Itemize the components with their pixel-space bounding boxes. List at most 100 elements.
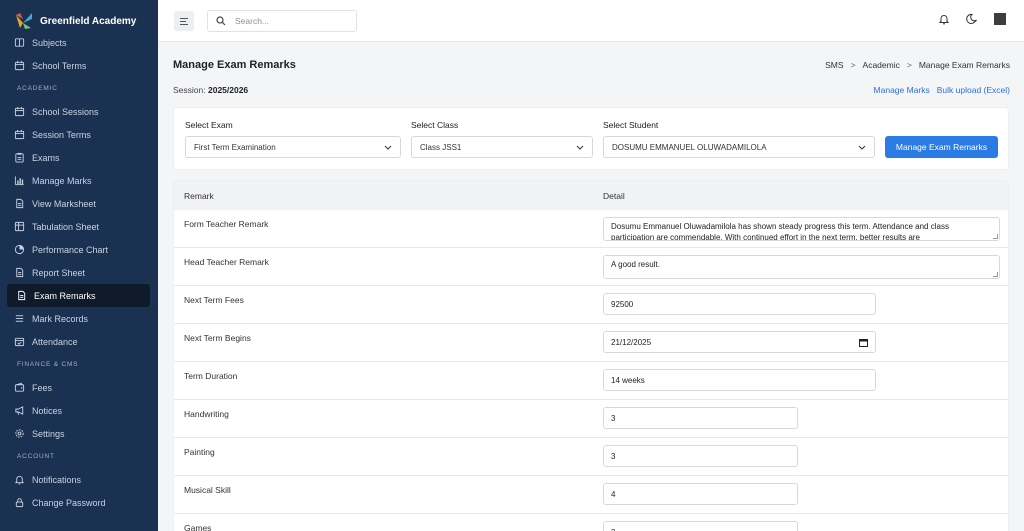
logo-icon — [16, 13, 32, 29]
column-header-detail: Detail — [603, 190, 625, 201]
search-icon — [216, 16, 226, 26]
sidebar-item-exams[interactable]: Exams — [0, 146, 151, 169]
document-icon — [18, 290, 26, 301]
sidebar-item-school-sessions[interactable]: School Sessions — [0, 100, 151, 123]
table-row: Musical Skill 4 — [174, 476, 1008, 514]
calendar-icon — [14, 106, 25, 117]
sidebar: Greenfield Academy Subjects School Terms… — [0, 0, 158, 531]
bell-icon[interactable] — [938, 13, 950, 25]
class-filter: Select Class Class JSS1 — [411, 120, 593, 158]
row-label: Painting — [184, 447, 215, 457]
musical-skill-input[interactable]: 4 — [603, 483, 798, 505]
sidebar-item-label: Manage Marks — [32, 175, 92, 186]
exam-select[interactable]: First Term Examination — [185, 136, 401, 158]
games-input[interactable]: 3 — [603, 521, 798, 531]
row-label: Term Duration — [184, 371, 238, 381]
sidebar-item-subjects[interactable]: Subjects — [0, 31, 151, 54]
exam-filter: Select Exam First Term Examination — [185, 120, 401, 158]
calendar-icon[interactable] — [859, 338, 868, 347]
date-value: 21/12/2025 — [611, 337, 652, 347]
sidebar-item-performance-chart[interactable]: Performance Chart — [0, 238, 151, 261]
class-select-label: Select Class — [411, 120, 459, 130]
row-label: Musical Skill — [184, 485, 231, 495]
resize-handle[interactable] — [993, 234, 998, 239]
calendar-icon — [14, 129, 25, 140]
row-label: Form Teacher Remark — [184, 219, 269, 229]
gear-icon — [15, 429, 24, 438]
painting-input[interactable]: 3 — [603, 445, 798, 467]
session-label: Session: — [173, 85, 206, 95]
sidebar-item-manage-marks[interactable]: Manage Marks — [0, 169, 151, 192]
wallet-icon — [14, 382, 25, 392]
remarks-table: Remark Detail Form Teacher Remark Dosumu… — [173, 180, 1009, 531]
student-select-value: DOSUMU EMMANUEL OLUWADAMILOLA — [612, 142, 767, 152]
breadcrumb-item[interactable]: Academic — [863, 60, 900, 70]
sidebar-item-label: Report Sheet — [32, 267, 86, 278]
topbar — [158, 0, 1024, 42]
sidebar-item-view-marksheet[interactable]: View Marksheet — [0, 192, 151, 215]
form-teacher-remark-textarea[interactable]: Dosumu Emmanuel Oluwadamilola has shown … — [603, 217, 1000, 241]
sidebar-item-label: Fees — [32, 382, 53, 393]
sidebar-item-label: View Marksheet — [32, 198, 96, 209]
row-label: Games — [184, 523, 212, 531]
section-label-account: ACCOUNT — [17, 453, 55, 460]
handwriting-input[interactable]: 3 — [603, 407, 798, 429]
sidebar-item-mark-records[interactable]: Mark Records — [0, 307, 151, 330]
search-input[interactable] — [235, 16, 345, 26]
sidebar-item-change-password[interactable]: Change Password — [0, 491, 151, 514]
table-header: Remark Detail — [174, 181, 1008, 210]
document-icon — [16, 198, 24, 209]
manage-marks-link[interactable]: Manage Marks — [874, 85, 930, 95]
user-avatar[interactable] — [994, 13, 1006, 25]
bulk-upload-link[interactable]: Bulk upload (Excel) — [937, 85, 1010, 95]
table-row: Term Duration 14 weeks — [174, 362, 1008, 400]
breadcrumb-item-current: Manage Exam Remarks — [918, 60, 1010, 70]
section-label-finance: FINANCE & CMS — [17, 361, 79, 368]
sidebar-item-school-terms[interactable]: School Terms — [0, 54, 151, 77]
class-select[interactable]: Class JSS1 — [411, 136, 593, 158]
sidebar-item-exam-remarks[interactable]: Exam Remarks — [7, 284, 150, 307]
term-duration-input[interactable]: 14 weeks — [603, 369, 876, 391]
menu-icon — [180, 17, 188, 25]
sidebar-item-label: Session Terms — [32, 129, 91, 140]
table-row: Next Term Fees 92500 — [174, 286, 1008, 324]
exam-select-label: Select Exam — [185, 120, 233, 130]
breadcrumb-item[interactable]: SMS — [825, 60, 843, 70]
column-header-remark: Remark — [184, 190, 214, 201]
manage-exam-remarks-button[interactable]: Manage Exam Remarks — [885, 136, 998, 158]
chart-pie-icon — [14, 244, 25, 255]
sidebar-item-report-sheet[interactable]: Report Sheet — [0, 261, 151, 284]
sidebar-item-label: Performance Chart — [32, 244, 109, 255]
filter-card: Select Exam First Term Examination Selec… — [173, 107, 1009, 170]
moon-icon[interactable] — [966, 13, 978, 25]
sidebar-item-attendance[interactable]: Attendance — [0, 330, 151, 353]
calendar-icon — [14, 60, 25, 71]
book-icon — [14, 38, 25, 47]
sidebar-item-session-terms[interactable]: Session Terms — [0, 123, 151, 146]
chevron-down-icon — [858, 145, 866, 150]
sidebar-item-fees[interactable]: Fees — [0, 376, 151, 399]
next-term-begins-date-input[interactable]: 21/12/2025 — [603, 331, 876, 353]
row-label: Next Term Begins — [184, 333, 251, 343]
table-icon — [14, 221, 25, 232]
sidebar-item-label: Subjects — [32, 37, 67, 48]
sidebar-item-notifications[interactable]: Notifications — [0, 468, 151, 491]
student-select[interactable]: DOSUMU EMMANUEL OLUWADAMILOLA — [603, 136, 875, 158]
row-label: Handwriting — [184, 409, 229, 419]
resize-handle[interactable] — [993, 272, 998, 277]
search-box — [207, 10, 357, 32]
table-row: Form Teacher Remark Dosumu Emmanuel Oluw… — [174, 210, 1008, 248]
sidebar-item-notices[interactable]: Notices — [0, 399, 151, 422]
menu-toggle-button[interactable] — [174, 11, 194, 31]
sidebar-item-tabulation-sheet[interactable]: Tabulation Sheet — [0, 215, 151, 238]
sidebar-item-label: Notices — [32, 405, 63, 416]
table-row: Painting 3 — [174, 438, 1008, 476]
head-teacher-remark-textarea[interactable]: A good result. — [603, 255, 1000, 279]
clipboard-icon — [15, 152, 24, 163]
sidebar-item-settings[interactable]: Settings — [0, 422, 151, 445]
header-links: Manage Marks Bulk upload (Excel) — [874, 85, 1010, 95]
lock-icon — [15, 498, 24, 508]
next-term-fees-input[interactable]: 92500 — [603, 293, 876, 315]
section-label-academic: ACADEMIC — [17, 85, 58, 92]
table-row: Head Teacher Remark A good result. — [174, 248, 1008, 286]
